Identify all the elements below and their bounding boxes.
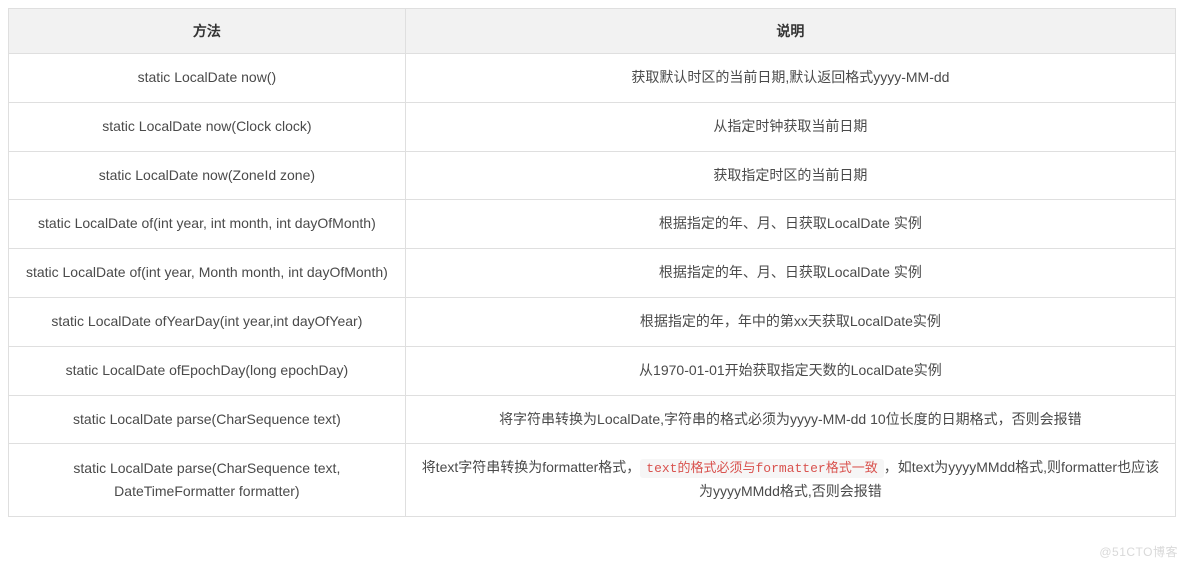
header-method: 方法 (9, 9, 406, 54)
watermark: @51CTO博客 (1099, 543, 1178, 560)
cell-desc: 根据指定的年，年中的第xx天获取LocalDate实例 (405, 297, 1175, 346)
table-row: static LocalDate of(int year, Month mont… (9, 249, 1176, 298)
cell-method: static LocalDate now() (9, 54, 406, 103)
table-row: static LocalDate of(int year, int month,… (9, 200, 1176, 249)
table-row: static LocalDate ofEpochDay(long epochDa… (9, 346, 1176, 395)
cell-desc: 获取默认时区的当前日期,默认返回格式yyyy-MM-dd (405, 54, 1175, 103)
table-row: static LocalDate ofYearDay(int year,int … (9, 297, 1176, 346)
cell-method: static LocalDate now(ZoneId zone) (9, 151, 406, 200)
cell-method: static LocalDate of(int year, int month,… (9, 200, 406, 249)
table-row: static LocalDate now() 获取默认时区的当前日期,默认返回格… (9, 54, 1176, 103)
cell-method: static LocalDate now(Clock clock) (9, 102, 406, 151)
table-row: static LocalDate parse(CharSequence text… (9, 444, 1176, 517)
cell-desc: 根据指定的年、月、日获取LocalDate 实例 (405, 200, 1175, 249)
cell-method: static LocalDate parse(CharSequence text… (9, 444, 406, 517)
table-row: static LocalDate now(Clock clock) 从指定时钟获… (9, 102, 1176, 151)
cell-method: static LocalDate of(int year, Month mont… (9, 249, 406, 298)
cell-desc: 根据指定的年、月、日获取LocalDate 实例 (405, 249, 1175, 298)
desc-text-pre: 将text字符串转换为formatter格式， (422, 459, 641, 475)
cell-method: static LocalDate ofEpochDay(long epochDa… (9, 346, 406, 395)
table-row: static LocalDate parse(CharSequence text… (9, 395, 1176, 444)
header-desc: 说明 (405, 9, 1175, 54)
cell-desc: 获取指定时区的当前日期 (405, 151, 1175, 200)
cell-method: static LocalDate parse(CharSequence text… (9, 395, 406, 444)
cell-desc: 从1970-01-01开始获取指定天数的LocalDate实例 (405, 346, 1175, 395)
table-row: static LocalDate now(ZoneId zone) 获取指定时区… (9, 151, 1176, 200)
api-table: 方法 说明 static LocalDate now() 获取默认时区的当前日期… (8, 8, 1176, 517)
desc-code-inline: text的格式必须与formatter格式一致 (640, 459, 883, 478)
cell-desc: 将text字符串转换为formatter格式，text的格式必须与formatt… (405, 444, 1175, 517)
cell-method: static LocalDate ofYearDay(int year,int … (9, 297, 406, 346)
table-header-row: 方法 说明 (9, 9, 1176, 54)
cell-desc: 从指定时钟获取当前日期 (405, 102, 1175, 151)
cell-desc: 将字符串转换为LocalDate,字符串的格式必须为yyyy-MM-dd 10位… (405, 395, 1175, 444)
